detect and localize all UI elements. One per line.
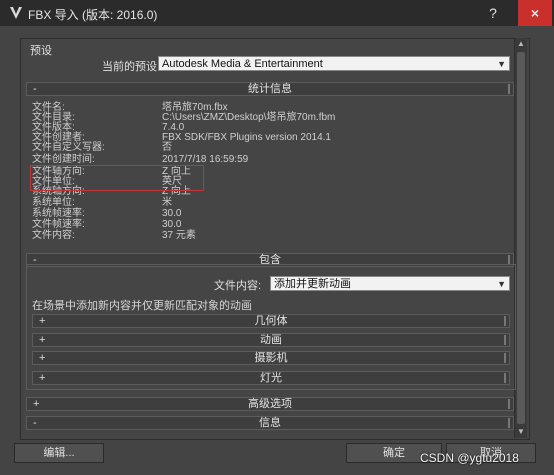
advanced-panel-title: 高级选项 xyxy=(248,398,292,410)
stat-value: 37 元素 xyxy=(162,230,196,241)
info-panel-title: 信息 xyxy=(259,417,281,429)
scroll-up-icon[interactable]: ▲ xyxy=(515,38,527,50)
stat-label: 文件自定义写器: xyxy=(32,142,105,153)
stat-value: C:\Users\ZMZ\Desktop\塔吊旅70m.fbm xyxy=(162,112,336,123)
stat-value: 否 xyxy=(162,142,172,153)
cameras-section-header[interactable]: + 摄影机 xyxy=(32,351,510,365)
scroll-down-icon[interactable]: ▼ xyxy=(515,426,527,438)
cameras-section-title: 摄影机 xyxy=(254,352,288,364)
panel-edge-marker xyxy=(508,84,510,94)
info-panel-header[interactable]: - 信息 xyxy=(26,416,514,430)
file-content-select[interactable]: 添加并更新动画 ▼ xyxy=(270,276,510,291)
current-preset-label: 当前的预设: xyxy=(102,61,161,73)
geometry-section-header[interactable]: + 几何体 xyxy=(32,314,510,328)
lights-section-header[interactable]: + 灯光 xyxy=(32,371,510,385)
animation-section-title: 动画 xyxy=(260,334,282,346)
geometry-section-title: 几何体 xyxy=(254,315,288,327)
edit-button[interactable]: 编辑... xyxy=(14,443,104,463)
stats-panel-title: 统计信息 xyxy=(248,83,292,95)
chevron-down-icon: ▼ xyxy=(497,59,506,69)
preset-select-value: Autodesk Media & Entertainment xyxy=(162,58,323,70)
presets-section-label: 预设 xyxy=(30,45,52,57)
panel-edge-marker xyxy=(504,316,506,326)
file-content-description: 在场景中添加新内容并仅更新匹配对象的动画 xyxy=(32,300,252,312)
lights-section-title: 灯光 xyxy=(260,372,282,384)
panel-edge-marker xyxy=(504,335,506,345)
close-button[interactable]: × xyxy=(518,0,552,26)
scroll-thumb[interactable] xyxy=(517,52,525,424)
panel-edge-marker xyxy=(504,353,506,363)
stat-value: FBX SDK/FBX Plugins version 2014.1 xyxy=(162,132,331,143)
advanced-panel-header[interactable]: + 高级选项 xyxy=(26,397,514,411)
panel-edge-marker xyxy=(504,373,506,383)
file-content-value: 添加并更新动画 xyxy=(274,278,351,290)
stats-panel-header[interactable]: - 统计信息 xyxy=(26,82,514,96)
watermark: CSDN @ygtu2018 xyxy=(420,451,519,465)
animation-section-header[interactable]: + 动画 xyxy=(32,333,510,347)
panel-edge-marker xyxy=(508,418,510,428)
title-bar: FBX 导入 (版本: 2016.0) ? × xyxy=(0,0,554,26)
app-logo-icon xyxy=(10,7,22,19)
panel-edge-marker xyxy=(508,399,510,409)
help-button[interactable]: ? xyxy=(476,0,510,26)
file-content-label: 文件内容: xyxy=(214,280,262,292)
window-title: FBX 导入 (版本: 2016.0) xyxy=(28,8,158,22)
stat-label: 文件内容: xyxy=(32,230,75,241)
chevron-down-icon: ▼ xyxy=(497,279,506,289)
preset-select[interactable]: Autodesk Media & Entertainment ▼ xyxy=(158,56,510,71)
highlight-box xyxy=(30,165,204,191)
